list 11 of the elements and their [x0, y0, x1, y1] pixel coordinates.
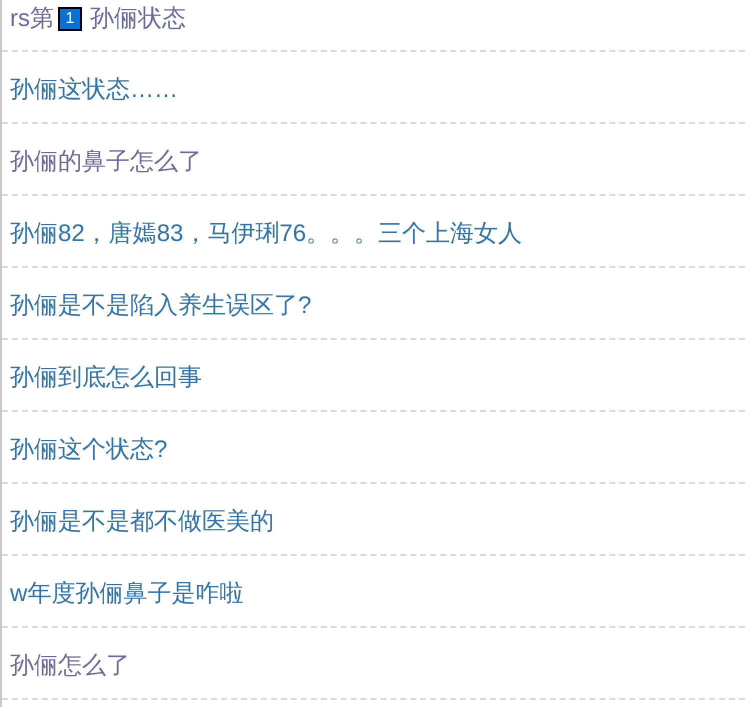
news-link[interactable]: 孙俪82，唐嫣83，马伊琍76。。。三个上海女人: [10, 218, 522, 250]
news-link[interactable]: w年度孙俪鼻子是咋啦: [10, 578, 244, 610]
news-link[interactable]: 孙俪是不是陷入养生误区了?: [10, 290, 312, 322]
news-link[interactable]: 孙俪到底怎么回事: [10, 362, 202, 394]
news-link[interactable]: 孙俪是不是都不做医美的: [10, 506, 274, 538]
news-link[interactable]: 孙俪的鼻子怎么了: [10, 146, 202, 178]
news-link[interactable]: rs第 1 孙俪状态: [10, 3, 186, 35]
news-link[interactable]: 孙俪这状态……: [10, 74, 178, 106]
rank-badge: 1: [58, 7, 82, 31]
news-link[interactable]: 孙俪怎么了: [10, 650, 130, 682]
news-link[interactable]: 孙俪这个状态?: [10, 434, 168, 466]
